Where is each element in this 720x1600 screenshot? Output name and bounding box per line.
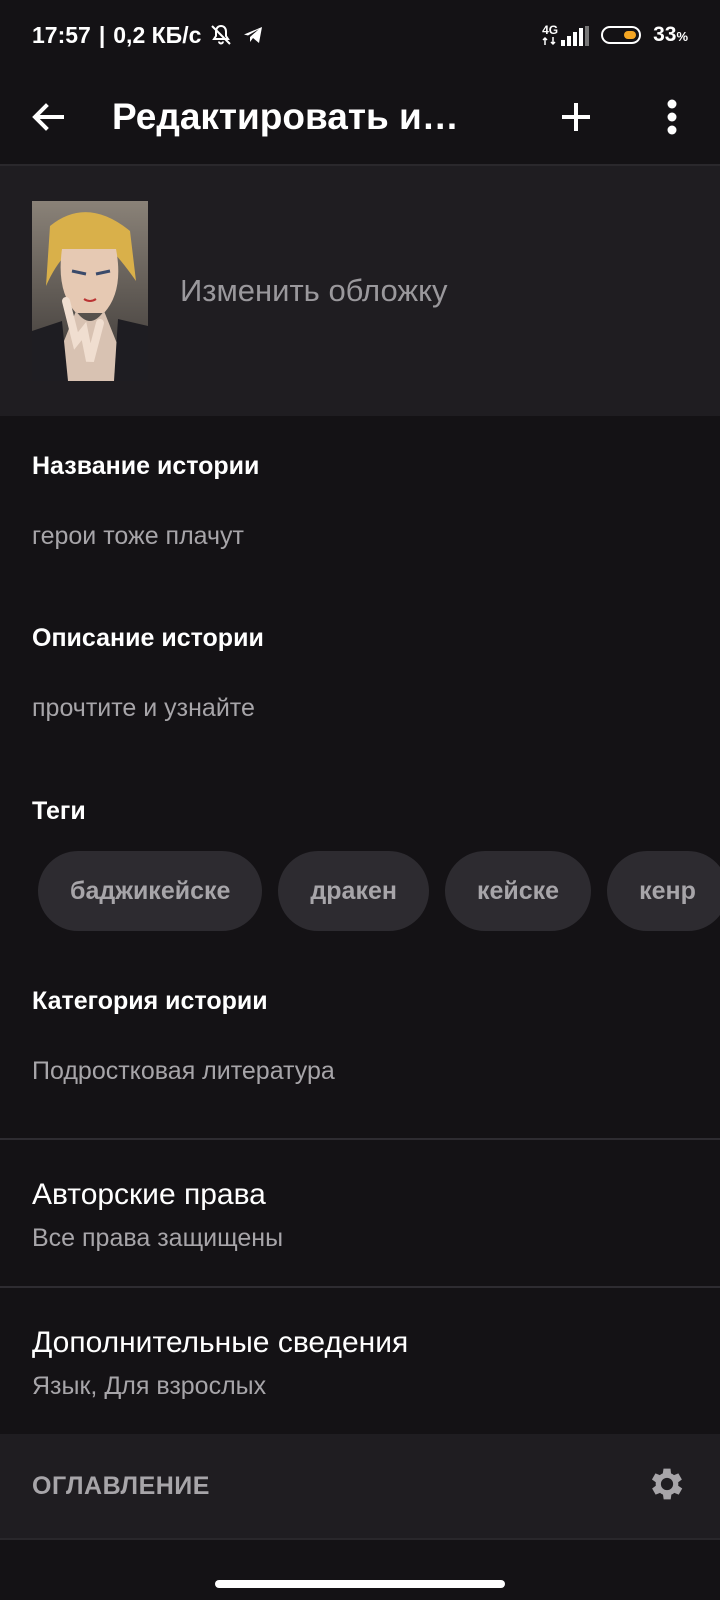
tag-chip[interactable]: баджикейске	[38, 851, 263, 931]
cover-illustration	[32, 201, 148, 381]
arrow-left-icon	[32, 103, 64, 131]
change-cover-row[interactable]: Изменить обложку	[0, 166, 720, 416]
extra-info-title: Дополнительные сведения	[32, 1326, 409, 1359]
data-arrows-icon	[542, 36, 556, 46]
tag-chip[interactable]: кейске	[444, 851, 592, 931]
story-title-field[interactable]: герои тоже плачут	[32, 522, 244, 551]
story-description-label: Описание истории	[32, 624, 264, 652]
story-category-field[interactable]: Подростковая литература	[32, 1057, 335, 1086]
extra-info-row[interactable]: Дополнительные сведения Язык, Для взросл…	[0, 1288, 720, 1434]
cover-thumbnail[interactable]	[32, 201, 148, 381]
more-menu-button[interactable]	[624, 69, 720, 165]
tag-chip[interactable]: кенр	[607, 851, 720, 931]
toc-settings-button[interactable]	[646, 1463, 688, 1510]
status-time: 17:57	[32, 21, 91, 48]
telegram-icon	[244, 27, 263, 43]
app-bar: Редактировать и…	[0, 70, 720, 166]
gear-icon	[651, 1468, 683, 1499]
status-net-speed: 0,2 КБ/с	[113, 21, 202, 48]
tags-list: баджикейске дракен кейске кенр	[38, 851, 720, 931]
battery-percent: 33%	[653, 23, 688, 46]
signal-bars-icon	[561, 26, 590, 46]
tags-label: Теги	[32, 797, 86, 825]
change-cover-label: Изменить обложку	[180, 273, 448, 308]
battery-icon	[601, 26, 642, 44]
extra-info-value: Язык, Для взрослых	[32, 1372, 267, 1400]
story-title-label: Название истории	[32, 452, 260, 480]
more-vertical-icon	[667, 99, 677, 135]
copyright-row[interactable]: Авторские права Все права защищены	[0, 1140, 720, 1286]
story-description-field[interactable]: прочтите и узнайте	[32, 694, 255, 723]
home-indicator[interactable]	[215, 1580, 505, 1588]
bell-off-icon	[211, 24, 232, 45]
tag-chip[interactable]: дракен	[278, 851, 429, 931]
back-button[interactable]	[0, 69, 96, 165]
toc-label: ОГЛАВЛЕНИЕ	[32, 1471, 210, 1500]
table-of-contents-header: ОГЛАВЛЕНИЕ	[0, 1434, 720, 1538]
copyright-value: Все права защищены	[32, 1224, 284, 1252]
divider	[0, 1538, 720, 1540]
copyright-title: Авторские права	[32, 1178, 266, 1211]
story-category-label: Категория истории	[32, 987, 268, 1015]
network-type: 4G	[542, 23, 559, 37]
plus-icon	[562, 103, 590, 131]
status-separator: |	[98, 21, 106, 48]
signal-indicator: 4G	[542, 23, 590, 46]
add-button[interactable]	[528, 69, 624, 165]
page-title: Редактировать и…	[112, 96, 459, 137]
status-bar: 17:57 | 0,2 КБ/с 4G 33%	[0, 0, 720, 70]
